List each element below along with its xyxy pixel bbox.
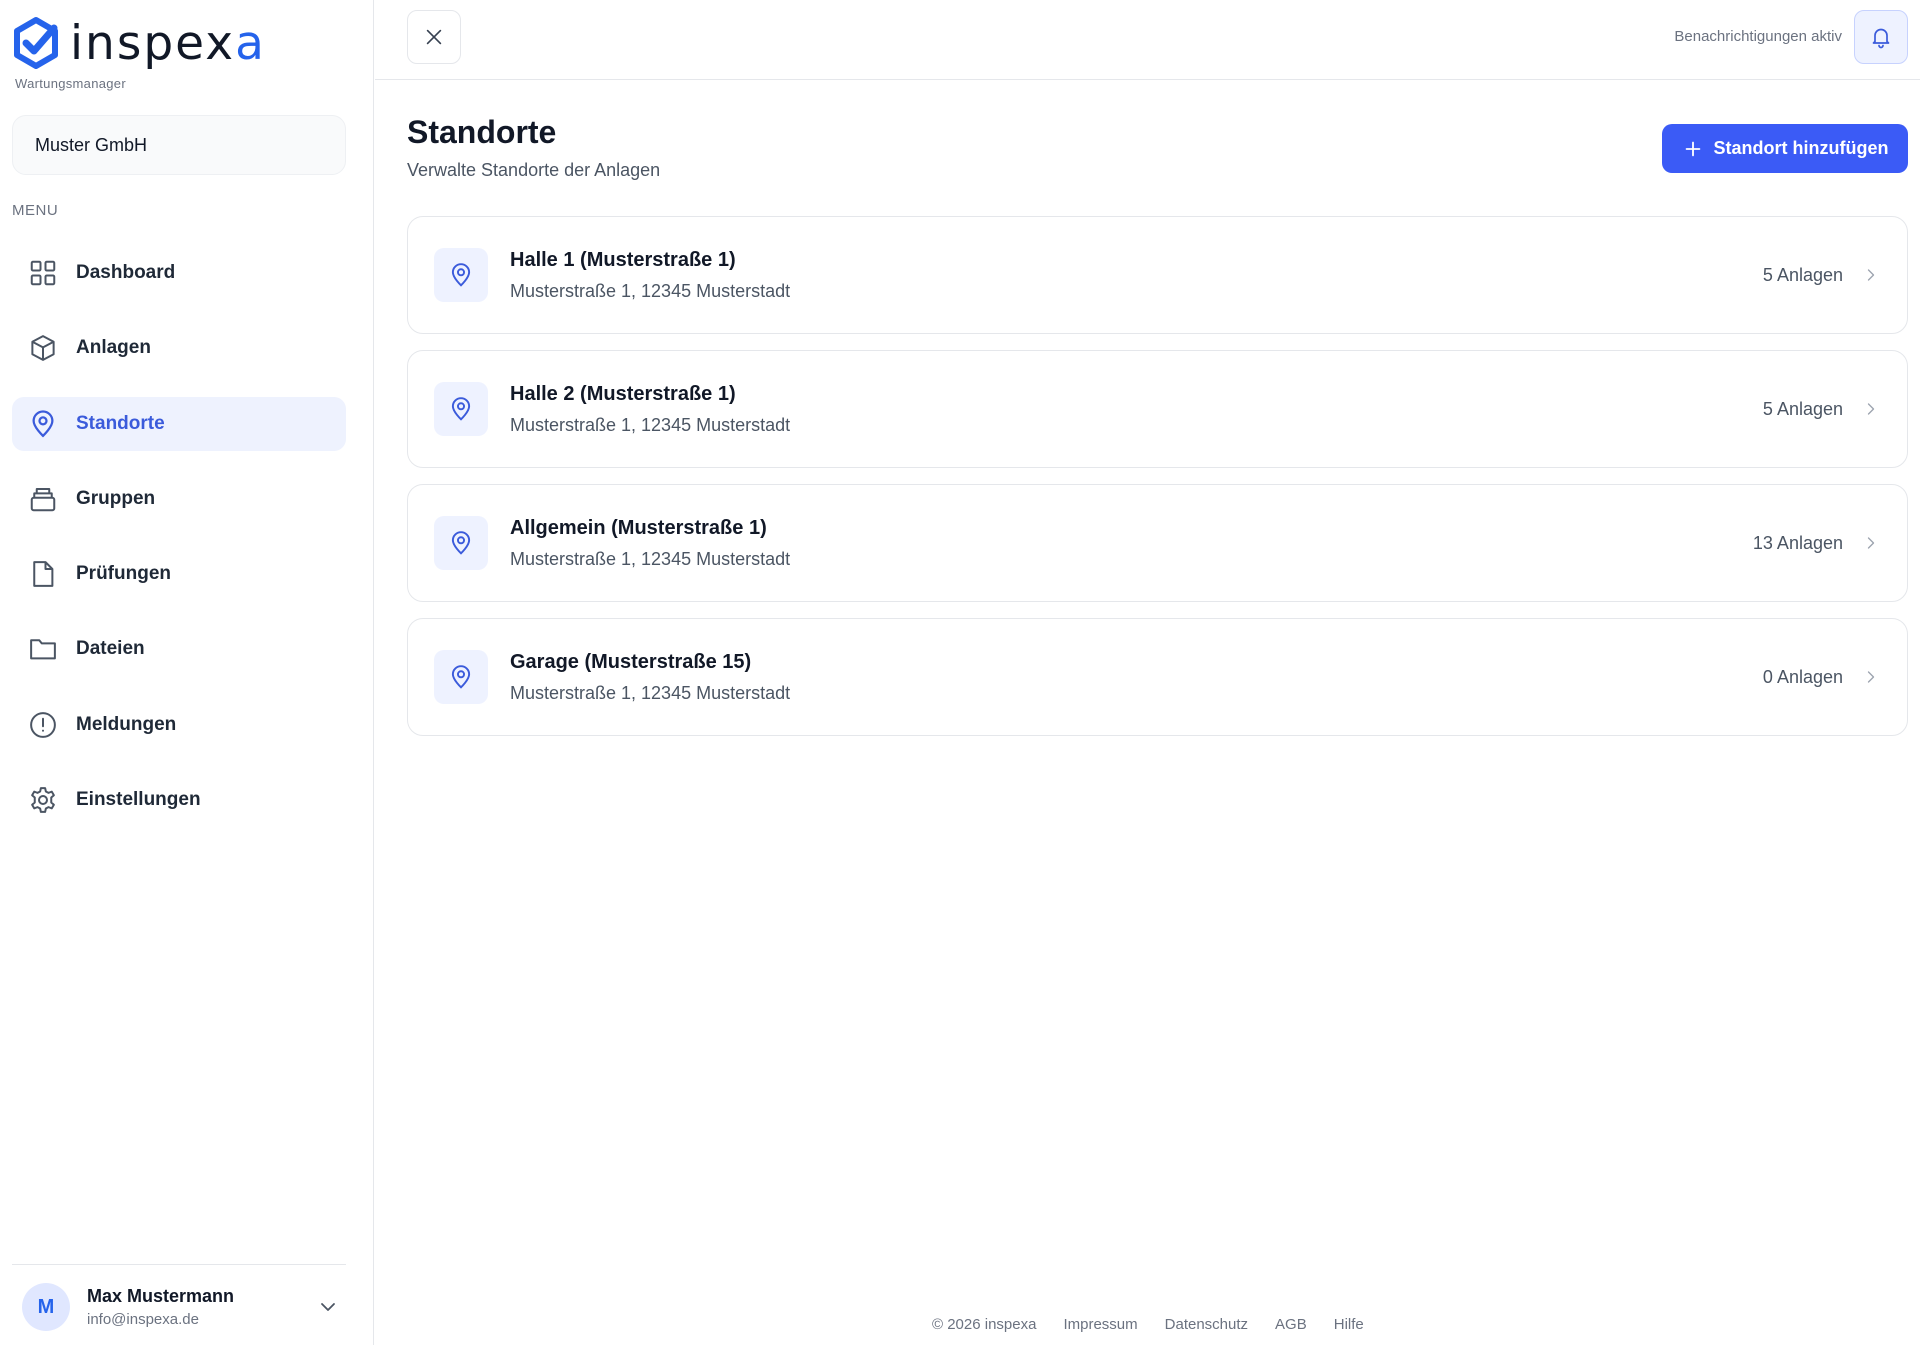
location-asset-count: 5 Anlagen (1762, 264, 1843, 285)
sidebar-item-label: Standorte (76, 412, 165, 434)
user-divider (12, 1264, 346, 1265)
sidebar-item-gruppen[interactable]: Gruppen (12, 472, 346, 526)
location-card[interactable]: Garage (Musterstraße 15) Musterstraße 1,… (407, 618, 1908, 736)
close-icon (426, 29, 442, 45)
chevron-right-icon (1867, 671, 1875, 683)
page-title: Standorte (407, 114, 557, 150)
notifications-status: Benachrichtigungen aktiv (1674, 28, 1842, 45)
user-menu[interactable]: M Max Mustermann info@inspexa.de (22, 1283, 340, 1331)
add-location-label: Standort hinzufügen (1713, 138, 1889, 158)
close-button[interactable] (407, 10, 461, 64)
sidebar-item-einstellungen[interactable]: Einstellungen (12, 773, 346, 827)
brand-name: inspexa (70, 15, 266, 71)
map-pin-icon (434, 248, 488, 302)
location-name: Halle 1 (Musterstraße 1) (510, 248, 736, 271)
document-icon (28, 559, 58, 589)
folder-icon (28, 634, 58, 664)
location-asset-count: 0 Anlagen (1762, 666, 1843, 687)
map-pin-icon (434, 516, 488, 570)
sidebar-item-label: Prüfungen (76, 563, 171, 585)
location-name: Halle 2 (Musterstraße 1) (510, 382, 736, 405)
sidebar-item-label: Gruppen (76, 487, 156, 509)
location-text: Halle 1 (Musterstraße 1) Musterstraße 1,… (510, 249, 1763, 302)
sidebar-item-label: Einstellungen (76, 789, 201, 811)
sidebar-item-label: Anlagen (76, 337, 151, 359)
sidebar-item-pruefungen[interactable]: Prüfungen (12, 547, 346, 601)
notifications-button[interactable] (1854, 10, 1908, 64)
map-pin-icon (434, 650, 488, 704)
user-email: info@inspexa.de (87, 1311, 199, 1328)
chevron-right-icon (1867, 537, 1875, 549)
location-list: Halle 1 (Musterstraße 1) Musterstraße 1,… (407, 216, 1908, 752)
footer-link-agb[interactable]: AGB (1275, 1316, 1307, 1333)
map-pin-icon (434, 382, 488, 436)
gear-icon (28, 785, 58, 815)
chevron-down-icon[interactable] (316, 1295, 340, 1319)
page-subtitle: Verwalte Standorte der Anlagen (407, 160, 661, 180)
location-name: Garage (Musterstraße 15) (510, 650, 752, 673)
stack-icon (28, 484, 58, 514)
sidebar-item-label: Meldungen (76, 713, 177, 735)
location-text: Allgemein (Musterstraße 1) Musterstraße … (510, 517, 1753, 570)
location-text: Halle 2 (Musterstraße 1) Musterstraße 1,… (510, 383, 1763, 436)
user-name: Max Mustermann (87, 1286, 235, 1306)
cube-icon (28, 333, 58, 363)
footer-link-hilfe[interactable]: Hilfe (1334, 1316, 1364, 1333)
sidebar-item-label: Dateien (76, 638, 145, 660)
sidebar-nav: Dashboard Anlagen Standorte Gruppen Prüf… (12, 246, 346, 848)
add-location-button[interactable]: Standort hinzufügen (1662, 124, 1908, 173)
footer-link-impressum[interactable]: Impressum (1063, 1316, 1137, 1333)
plus-icon (1685, 141, 1700, 156)
location-address: Musterstraße 1, 12345 Musterstadt (510, 414, 791, 435)
sidebar-item-anlagen[interactable]: Anlagen (12, 321, 346, 375)
avatar: M (22, 1283, 70, 1331)
location-asset-count: 13 Anlagen (1752, 532, 1843, 553)
user-info: Max Mustermann info@inspexa.de (87, 1286, 316, 1328)
check-hexagon-logo-icon (14, 17, 58, 69)
location-address: Musterstraße 1, 12345 Musterstadt (510, 682, 791, 703)
sidebar-item-dateien[interactable]: Dateien (12, 622, 346, 676)
location-card[interactable]: Allgemein (Musterstraße 1) Musterstraße … (407, 484, 1908, 602)
company-selector[interactable]: Muster GmbH (12, 115, 346, 175)
top-bar: Benachrichtigungen aktiv (375, 0, 1920, 80)
footer-copyright: © 2026 inspexa (932, 1316, 1037, 1333)
location-name: Allgemein (Musterstraße 1) (510, 516, 767, 539)
sidebar-item-meldungen[interactable]: Meldungen (12, 698, 346, 752)
chevron-right-icon (1867, 403, 1875, 415)
map-pin-icon (28, 409, 58, 439)
grid-icon (28, 258, 58, 288)
brand-subtitle: Wartungsmanager (15, 76, 126, 91)
footer: © 2026 inspexa Impressum Datenschutz AGB… (932, 1316, 1364, 1333)
sidebar-item-standorte[interactable]: Standorte (12, 396, 346, 451)
location-card[interactable]: Halle 2 (Musterstraße 1) Musterstraße 1,… (407, 350, 1908, 468)
location-card[interactable]: Halle 1 (Musterstraße 1) Musterstraße 1,… (407, 216, 1908, 334)
location-address: Musterstraße 1, 12345 Musterstadt (510, 548, 791, 569)
bell-icon (1872, 28, 1890, 49)
brand-logo[interactable]: inspexa (12, 16, 266, 70)
company-name: Muster GmbH (35, 134, 148, 155)
location-address: Musterstraße 1, 12345 Musterstadt (510, 280, 791, 301)
sidebar: inspexa Wartungsmanager Muster GmbH MENU… (0, 0, 374, 1345)
sidebar-item-label: Dashboard (76, 262, 176, 283)
alert-circle-icon (28, 710, 58, 740)
footer-link-datenschutz[interactable]: Datenschutz (1165, 1316, 1248, 1333)
location-asset-count: 5 Anlagen (1762, 398, 1843, 419)
location-text: Garage (Musterstraße 15) Musterstraße 1,… (510, 651, 1763, 704)
chevron-right-icon (1867, 269, 1875, 281)
sidebar-item-dashboard[interactable]: Dashboard (12, 246, 346, 300)
menu-section-label: MENU (12, 202, 59, 219)
